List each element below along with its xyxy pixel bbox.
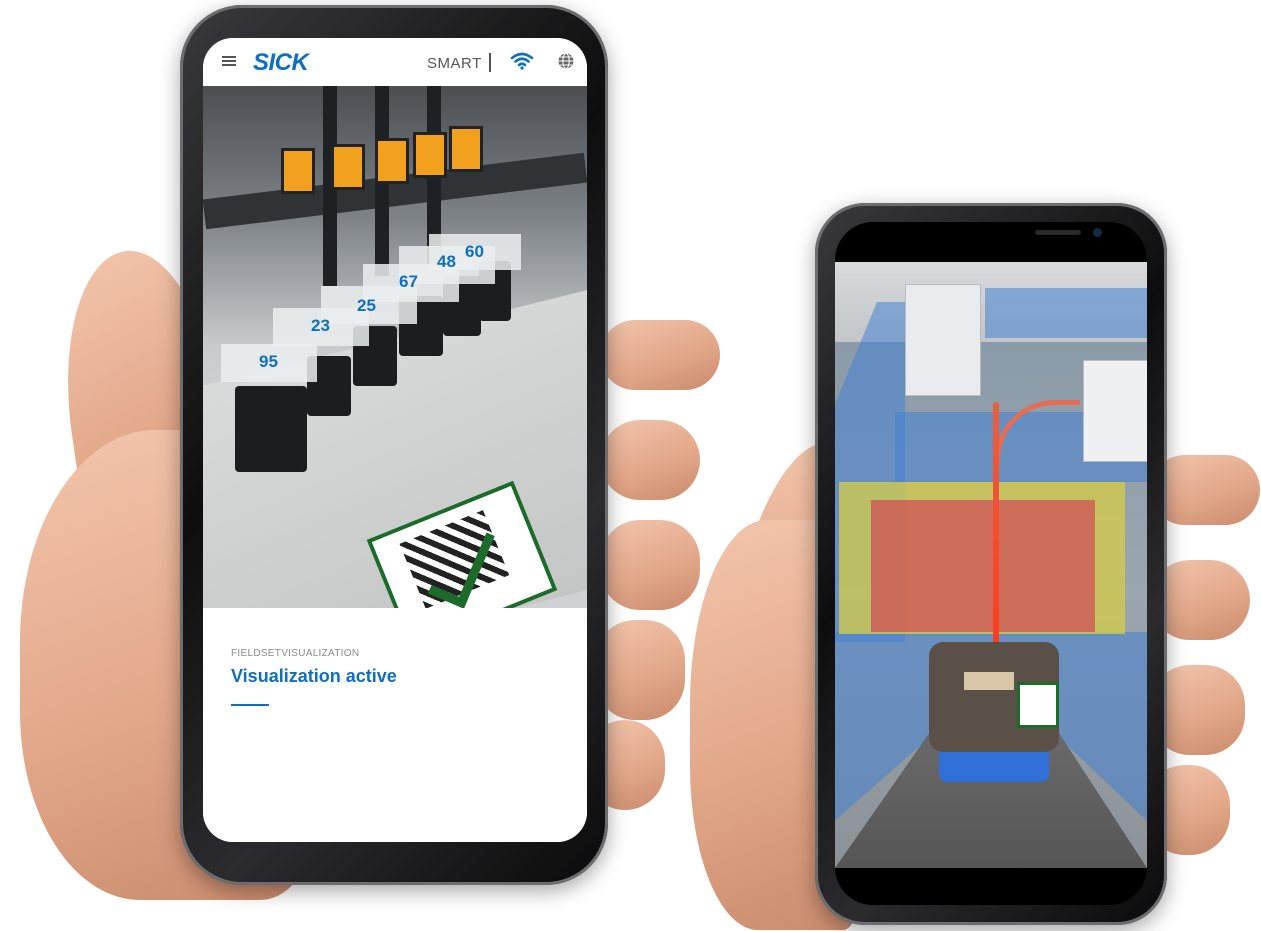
left-hand-finger — [600, 520, 700, 610]
distance-sensor — [375, 138, 409, 184]
panel-caption: FIELDSETVISUALIZATION — [231, 648, 360, 659]
ar-value-label: 95 — [259, 352, 278, 371]
cardboard-box — [905, 284, 981, 396]
ar-value-label: 25 — [357, 296, 376, 315]
app-bar-divider — [489, 53, 491, 72]
smart-mode-label: SMART — [427, 55, 482, 72]
menu-icon[interactable] — [222, 56, 236, 66]
visualization-status: Visualization active — [231, 666, 397, 686]
robot-scanner — [964, 672, 1014, 690]
distance-sensor — [331, 144, 365, 190]
ar-floor-view[interactable] — [835, 262, 1147, 868]
red-protective-field — [871, 500, 1095, 632]
front-camera — [1093, 228, 1102, 237]
left-hand-finger — [600, 320, 720, 390]
left-hand-finger — [600, 420, 700, 500]
distance-sensor — [281, 148, 315, 194]
left-phone-screen: SICK SMART 95 23 25 67 48 60 FIELDSETVIS… — [203, 38, 587, 842]
mobile-robot — [919, 622, 1071, 792]
phone-notch — [905, 222, 1102, 252]
status-underline — [231, 704, 269, 706]
distance-sensor — [413, 132, 447, 178]
blue-field-top — [985, 288, 1147, 338]
ar-camera-view[interactable]: 95 23 25 67 48 60 — [203, 86, 587, 608]
measured-object — [235, 386, 307, 472]
wifi-icon[interactable] — [510, 51, 534, 71]
sick-logo: SICK — [253, 49, 309, 76]
globe-icon[interactable] — [557, 52, 575, 70]
home-area — [835, 868, 1147, 905]
speaker-grille — [1035, 230, 1081, 235]
robot-ar-marker — [1017, 682, 1059, 728]
right-phone-screen — [835, 222, 1147, 905]
status-panel: FIELDSETVISUALIZATION Visualization acti… — [203, 608, 587, 842]
ar-value-label: 23 — [311, 316, 330, 335]
ar-value-label: 48 — [437, 252, 456, 271]
left-hand-finger — [595, 620, 685, 720]
ar-value-label: 67 — [399, 272, 418, 291]
ar-value-label: 60 — [465, 242, 484, 261]
robot-path — [993, 402, 999, 652]
cardboard-box — [1083, 360, 1147, 462]
app-bar: SICK SMART — [203, 38, 587, 86]
distance-sensor — [449, 126, 483, 172]
